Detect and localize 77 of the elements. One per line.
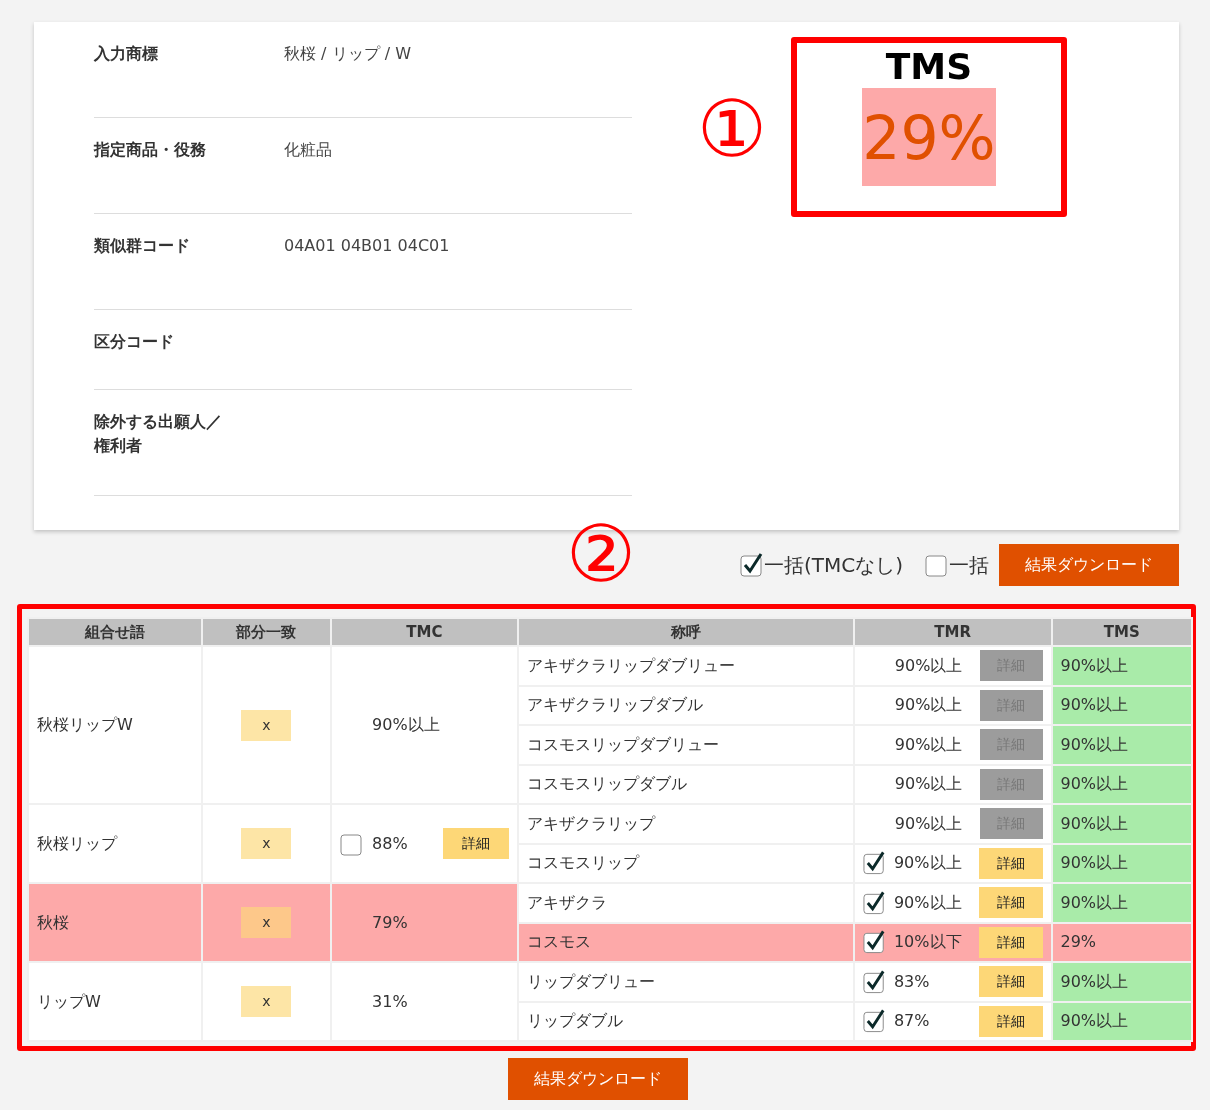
table-cell: 90%以上 <box>1052 805 1191 843</box>
table-cell: アキザクラリップ <box>518 805 853 843</box>
table-cell: 90%以上 <box>1052 844 1191 882</box>
table-cell: 29% <box>1052 923 1191 961</box>
tmr-value: 90%以上 <box>894 773 964 796</box>
checked-checkbox[interactable] <box>862 1008 886 1035</box>
table-cell: コスモスリップダブリュー <box>518 726 853 764</box>
field-label: 除外する出願人／権利者 <box>94 411 223 457</box>
annotation-number: ② <box>566 515 636 593</box>
match-badge: x <box>241 828 292 859</box>
tmr-value: 90%以上 <box>893 891 963 914</box>
table-cell: コスモスリップダブル <box>518 765 853 803</box>
checked-checkbox[interactable] <box>862 889 886 916</box>
tms-title: TMS <box>885 45 973 89</box>
field-label: 入力商標 <box>94 43 159 65</box>
field-label: 類似群コード <box>94 235 191 257</box>
field-label: 区分コード <box>94 331 175 353</box>
annotation-number: ① <box>697 90 767 168</box>
column-header: TMS <box>1052 619 1191 645</box>
field-value: 04A01 04B01 04C01 <box>284 235 450 257</box>
download-button[interactable]: 結果ダウンロード <box>999 544 1179 586</box>
tmr-value: 90%以上 <box>894 812 964 835</box>
tmc-value: 79% <box>372 911 408 934</box>
table-cell: 秋桜リップ <box>29 805 201 882</box>
checked-checkbox[interactable] <box>862 850 886 877</box>
tmr-value: 90%以上 <box>894 694 964 717</box>
column-header: 部分一致 <box>202 619 331 645</box>
column-header: 称呼 <box>518 619 853 645</box>
tmr-value: 87% <box>893 1010 931 1033</box>
detail-button[interactable]: 詳細 <box>978 847 1043 879</box>
table-cell: アキザクラリップダブリュー <box>518 647 853 685</box>
table-cell: アキザクラリップダブル <box>518 686 853 724</box>
option-label[interactable]: 一括 <box>949 550 989 580</box>
detail-button[interactable]: 詳細 <box>978 1005 1043 1037</box>
table-cell: 90%以上 <box>1052 647 1191 685</box>
table-cell: アキザクラ <box>518 884 853 922</box>
table-cell: コスモスリップ <box>518 844 853 882</box>
checked-checkbox[interactable] <box>862 929 886 956</box>
option-label[interactable]: 一括(TMCなし) <box>763 550 903 580</box>
detail-button[interactable]: 詳細 <box>442 828 509 859</box>
match-badge: x <box>241 986 292 1017</box>
tmr-value: 90%以上 <box>894 654 964 677</box>
column-header: TMR <box>854 619 1051 645</box>
download-button[interactable]: 結果ダウンロード <box>508 1058 688 1100</box>
column-header: 組合せ語 <box>29 619 201 645</box>
table-cell: コスモス <box>518 923 853 961</box>
tmc-value: 90%以上 <box>372 714 440 736</box>
table-cell: リップW <box>29 963 201 1040</box>
tmr-value: 90%以上 <box>893 852 963 875</box>
table-cell: 秋桜リップW <box>29 647 201 803</box>
tmr-value: 90%以上 <box>894 733 964 756</box>
tmr-value: 10%以下 <box>893 931 963 954</box>
field-value: 化粧品 <box>284 139 332 161</box>
table-cell: リップダブリュー <box>518 963 853 1001</box>
table-cell: 90%以上 <box>1052 963 1191 1001</box>
table-cell: 90%以上 <box>1052 765 1191 803</box>
checked-checkbox[interactable] <box>739 552 764 578</box>
tmc-value: 31% <box>372 990 408 1013</box>
table-cell: 90%以上 <box>1052 884 1191 922</box>
match-badge: x <box>241 907 292 938</box>
match-badge: x <box>241 709 292 741</box>
field-label: 指定商品・役務 <box>94 139 207 161</box>
table-cell: 90%以上 <box>1052 1002 1191 1040</box>
detail-button[interactable]: 詳細 <box>978 887 1043 919</box>
table-cell: 秋桜 <box>29 884 201 961</box>
table-cell: 90%以上 <box>1052 726 1191 764</box>
field-value: 秋桜 / リップ / W <box>284 43 411 65</box>
tms-score: 29% <box>862 88 996 187</box>
checked-checkbox[interactable] <box>862 968 886 995</box>
tmr-value: 83% <box>893 970 931 993</box>
checkbox[interactable] <box>925 552 949 578</box>
column-header: TMC <box>332 619 517 645</box>
tmc-value: 88% <box>372 832 408 855</box>
table-cell: 90%以上 <box>1052 686 1191 724</box>
table-cell: リップダブル <box>518 1002 853 1040</box>
detail-button[interactable]: 詳細 <box>978 966 1043 998</box>
detail-button[interactable]: 詳細 <box>978 926 1043 958</box>
